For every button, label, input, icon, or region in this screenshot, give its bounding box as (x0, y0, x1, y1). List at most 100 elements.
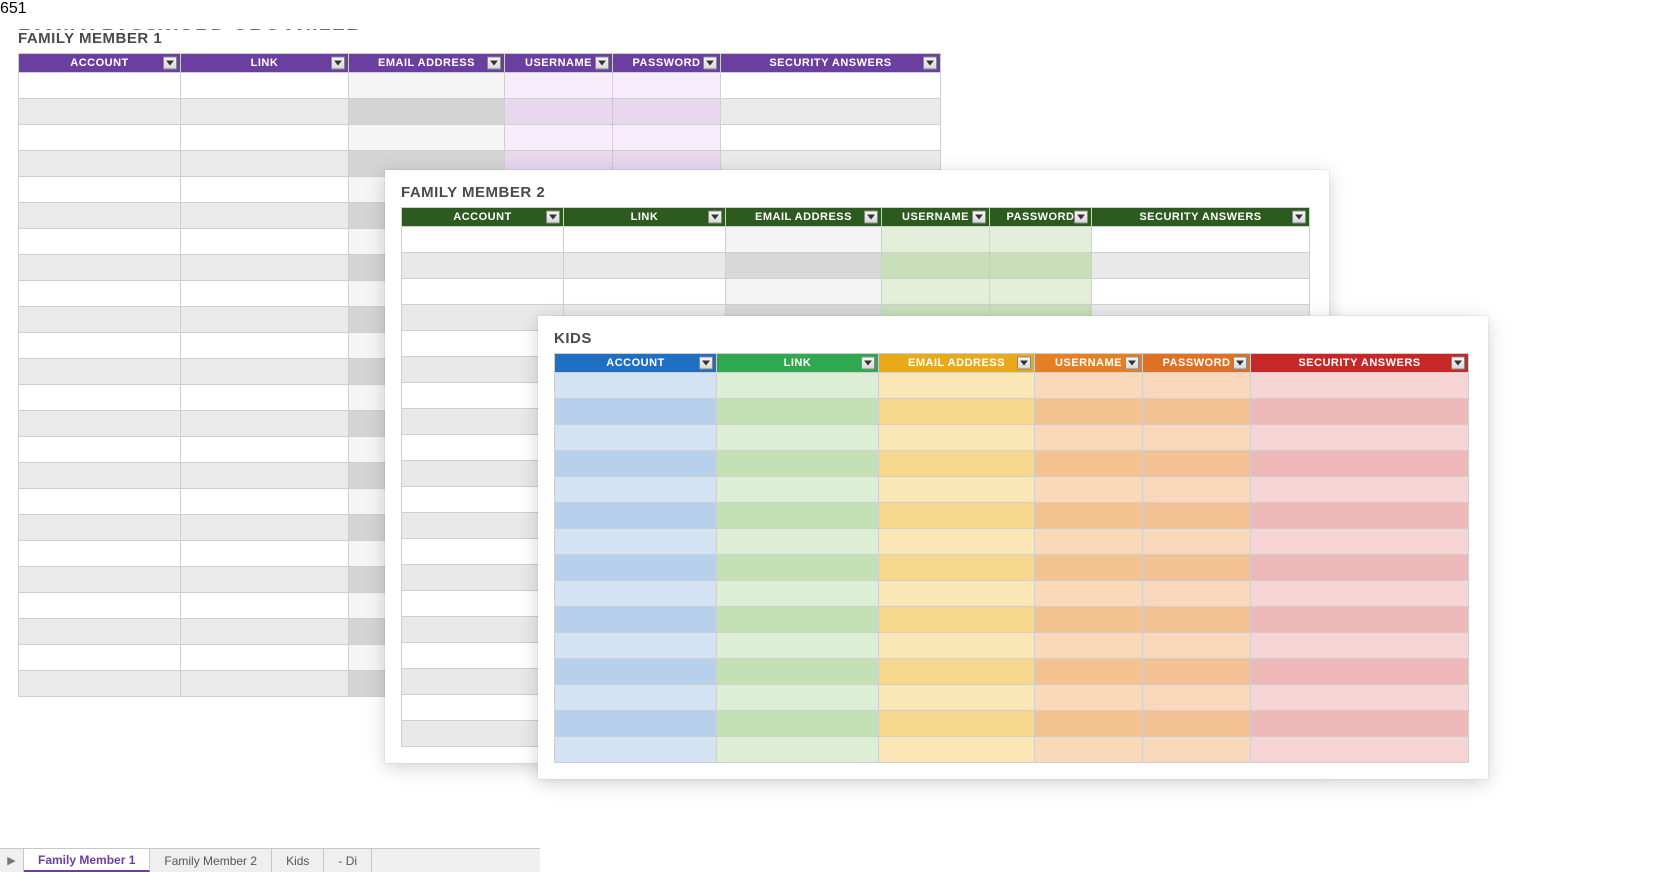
cell[interactable] (402, 279, 564, 305)
filter-dropdown-icon[interactable] (595, 57, 609, 70)
cell[interactable] (19, 255, 181, 281)
cell[interactable] (1035, 581, 1143, 607)
filter-dropdown-icon[interactable] (331, 57, 345, 70)
col-email[interactable]: EMAIL ADDRESS (726, 208, 882, 227)
cell[interactable] (613, 99, 721, 125)
cell[interactable] (19, 229, 181, 255)
cell[interactable] (1092, 279, 1310, 305)
cell[interactable] (19, 359, 181, 385)
cell[interactable] (19, 463, 181, 489)
cell[interactable] (555, 373, 717, 399)
cell[interactable] (1035, 477, 1143, 503)
col-username[interactable]: USERNAME (505, 54, 613, 73)
cell[interactable] (1251, 373, 1469, 399)
cell[interactable] (717, 581, 879, 607)
cell[interactable] (181, 125, 349, 151)
col-link[interactable]: LINK (181, 54, 349, 73)
cell[interactable] (181, 515, 349, 541)
cell[interactable] (726, 227, 882, 253)
cell[interactable] (717, 659, 879, 685)
cell[interactable] (1143, 399, 1251, 425)
cell[interactable] (564, 253, 726, 279)
cell[interactable] (1251, 477, 1469, 503)
cell[interactable] (1035, 685, 1143, 711)
cell[interactable] (349, 73, 505, 99)
tab-scroll-button[interactable]: ▶ (0, 849, 24, 872)
cell[interactable] (564, 227, 726, 253)
cell[interactable] (19, 619, 181, 645)
cell[interactable] (555, 399, 717, 425)
col-password[interactable]: PASSWORD (1143, 354, 1251, 373)
cell[interactable] (721, 73, 941, 99)
filter-dropdown-icon[interactable] (1292, 211, 1306, 224)
filter-dropdown-icon[interactable] (708, 211, 722, 224)
col-username[interactable]: USERNAME (882, 208, 990, 227)
cell[interactable] (879, 659, 1035, 685)
cell[interactable] (555, 503, 717, 529)
col-password[interactable]: PASSWORD (613, 54, 721, 73)
cell[interactable] (1035, 607, 1143, 633)
filter-dropdown-icon[interactable] (703, 57, 717, 70)
filter-dropdown-icon[interactable] (546, 211, 560, 224)
cell[interactable] (555, 737, 717, 763)
cell[interactable] (555, 633, 717, 659)
cell[interactable] (555, 477, 717, 503)
cell[interactable] (879, 425, 1035, 451)
cell[interactable] (19, 203, 181, 229)
cell[interactable] (717, 503, 879, 529)
cell[interactable] (1143, 737, 1251, 763)
cell[interactable] (402, 227, 564, 253)
col-account[interactable]: ACCOUNT (555, 354, 717, 373)
filter-dropdown-icon[interactable] (1451, 357, 1465, 370)
cell[interactable] (19, 99, 181, 125)
cell[interactable] (879, 737, 1035, 763)
cell[interactable] (990, 227, 1092, 253)
cell[interactable] (349, 125, 505, 151)
cell[interactable] (1035, 737, 1143, 763)
cell[interactable] (879, 503, 1035, 529)
col-password[interactable]: PASSWORD (990, 208, 1092, 227)
cell[interactable] (613, 73, 721, 99)
filter-dropdown-icon[interactable] (1233, 357, 1247, 370)
cell[interactable] (19, 125, 181, 151)
cell[interactable] (726, 253, 882, 279)
cell[interactable] (19, 645, 181, 671)
cell[interactable] (181, 593, 349, 619)
cell[interactable] (1251, 659, 1469, 685)
cell[interactable] (1251, 503, 1469, 529)
cell[interactable] (1251, 451, 1469, 477)
cell[interactable] (1143, 685, 1251, 711)
cell[interactable] (879, 451, 1035, 477)
cell[interactable] (19, 515, 181, 541)
cell[interactable] (555, 711, 717, 737)
cell[interactable] (555, 659, 717, 685)
cell[interactable] (1251, 425, 1469, 451)
cell[interactable] (181, 463, 349, 489)
cell[interactable] (19, 541, 181, 567)
cell[interactable] (181, 437, 349, 463)
cell[interactable] (1143, 529, 1251, 555)
col-security[interactable]: SECURITY ANSWERS (721, 54, 941, 73)
cell[interactable] (1035, 529, 1143, 555)
filter-dropdown-icon[interactable] (1017, 357, 1031, 370)
cell[interactable] (19, 177, 181, 203)
filter-dropdown-icon[interactable] (699, 357, 713, 370)
col-security[interactable]: SECURITY ANSWERS (1251, 354, 1469, 373)
cell[interactable] (882, 227, 990, 253)
cell[interactable] (181, 645, 349, 671)
cell[interactable] (555, 685, 717, 711)
filter-dropdown-icon[interactable] (487, 57, 501, 70)
col-security[interactable]: SECURITY ANSWERS (1092, 208, 1310, 227)
cell[interactable] (879, 581, 1035, 607)
cell[interactable] (1035, 425, 1143, 451)
cell[interactable] (1035, 399, 1143, 425)
cell[interactable] (721, 99, 941, 125)
filter-dropdown-icon[interactable] (864, 211, 878, 224)
cell[interactable] (990, 253, 1092, 279)
cell[interactable] (181, 541, 349, 567)
cell[interactable] (19, 151, 181, 177)
cell[interactable] (181, 99, 349, 125)
col-email[interactable]: EMAIL ADDRESS (879, 354, 1035, 373)
cell[interactable] (555, 451, 717, 477)
cell[interactable] (181, 567, 349, 593)
